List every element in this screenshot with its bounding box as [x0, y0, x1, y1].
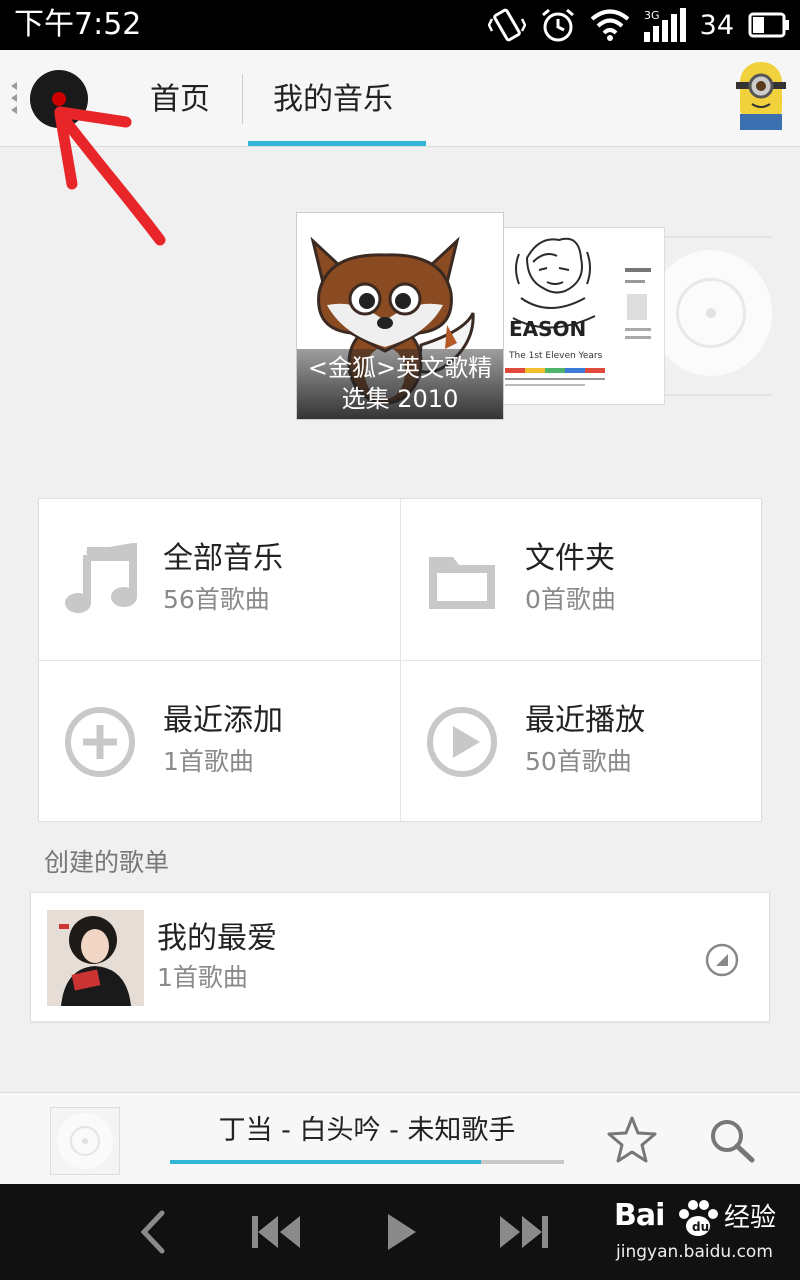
now-playing-cover[interactable] — [50, 1107, 120, 1175]
vibrate-icon — [487, 8, 526, 42]
playlist-item[interactable]: 我的最爱 1首歌曲 — [30, 892, 770, 1022]
category-recently-played[interactable]: 最近播放 50首歌曲 — [401, 661, 762, 822]
status-time: 下午7:52 — [14, 7, 142, 42]
network-label: 3G — [644, 9, 660, 22]
playback-progress[interactable] — [170, 1160, 564, 1164]
music-note-icon — [65, 543, 137, 613]
baidu-jingyan-watermark: Bai du 经验 jingyan.baidu.com — [614, 1190, 798, 1274]
battery-percent: 34 — [699, 9, 734, 41]
previous-track-icon[interactable] — [250, 1214, 302, 1250]
album-caption: <金狐>英文歌精 选集 2010 — [297, 349, 503, 419]
vinyl-disc-icon — [650, 250, 772, 376]
signal-icon: 3G — [643, 8, 686, 42]
battery-icon — [748, 12, 789, 38]
status-bar: 下午7:52 3G 34 — [0, 0, 800, 50]
svg-text:du: du — [692, 1220, 709, 1234]
mini-player: 丁当 - 白头吟 - 未知歌手 — [0, 1092, 800, 1184]
category-all-music[interactable]: 全部音乐 56首歌曲 — [39, 499, 400, 660]
playlist-cover — [47, 910, 144, 1006]
category-folders[interactable]: 文件夹 0首歌曲 — [401, 499, 762, 660]
play-icon[interactable] — [386, 1212, 418, 1252]
playlist-count: 1首歌曲 — [157, 963, 248, 992]
status-icons: 3G 34 — [487, 6, 790, 44]
playback-controls: Bai du 经验 jingyan.baidu.com — [0, 1184, 800, 1280]
tab-my-music[interactable]: 我的音乐 — [273, 80, 393, 120]
category-title: 最近添加 — [163, 703, 283, 738]
category-count: 0首歌曲 — [525, 585, 616, 614]
category-title: 文件夹 — [525, 541, 615, 576]
user-avatar[interactable] — [728, 52, 794, 142]
next-track-icon[interactable] — [498, 1214, 550, 1250]
add-circle-icon — [65, 707, 135, 777]
eason-cover-art: EASON The 1st Eleven Years — [505, 237, 651, 386]
album-caption-line1: <金狐>英文歌精 — [307, 354, 493, 382]
category-recently-added[interactable]: 最近添加 1首歌曲 — [39, 661, 400, 822]
alarm-icon — [541, 8, 574, 42]
category-count: 50首歌曲 — [525, 747, 632, 776]
wifi-icon — [590, 9, 629, 41]
more-options-icon[interactable] — [705, 943, 739, 977]
paw-icon: du — [679, 1200, 718, 1236]
playlists-section-title: 创建的歌单 — [44, 848, 170, 877]
tab-divider — [242, 74, 243, 124]
active-tab-indicator — [248, 141, 426, 146]
category-grid: 全部音乐 56首歌曲 文件夹 0首歌曲 最近添加 1首歌曲 最近播放 50首歌曲 — [38, 498, 762, 822]
favorite-star-icon[interactable] — [606, 1115, 658, 1163]
album-cover-eason[interactable]: EASON The 1st Eleven Years — [498, 227, 665, 405]
category-title: 最近播放 — [525, 703, 645, 738]
play-circle-icon — [427, 707, 497, 777]
search-icon[interactable] — [708, 1117, 756, 1163]
back-chevron-icon[interactable] — [138, 1210, 168, 1254]
now-playing-title[interactable]: 丁当 - 白头吟 - 未知歌手 — [170, 1113, 564, 1149]
category-title: 全部音乐 — [163, 541, 283, 576]
category-count: 56首歌曲 — [163, 585, 270, 614]
eason-cover-subtitle: The 1st Eleven Years — [508, 351, 603, 361]
album-carousel[interactable]: EASON The 1st Eleven Years <金狐>英文歌精 选集 2… — [0, 200, 800, 440]
divider — [660, 394, 772, 396]
divider — [660, 236, 772, 238]
album-cover-fox[interactable]: <金狐>英文歌精 选集 2010 — [296, 212, 504, 420]
watermark-logo: Bai — [614, 1198, 665, 1233]
watermark-url: jingyan.baidu.com — [616, 1242, 773, 1262]
album-caption-line2: 选集 2010 — [341, 385, 459, 413]
category-count: 1首歌曲 — [163, 747, 254, 776]
vinyl-disc-icon — [57, 1113, 113, 1169]
playback-progress-fill — [170, 1160, 482, 1164]
eason-cover-title: EASON — [509, 317, 586, 341]
playlist-title: 我的最爱 — [157, 921, 277, 956]
folder-icon — [429, 557, 495, 609]
watermark-logo-suffix: 经验 — [724, 1203, 777, 1233]
